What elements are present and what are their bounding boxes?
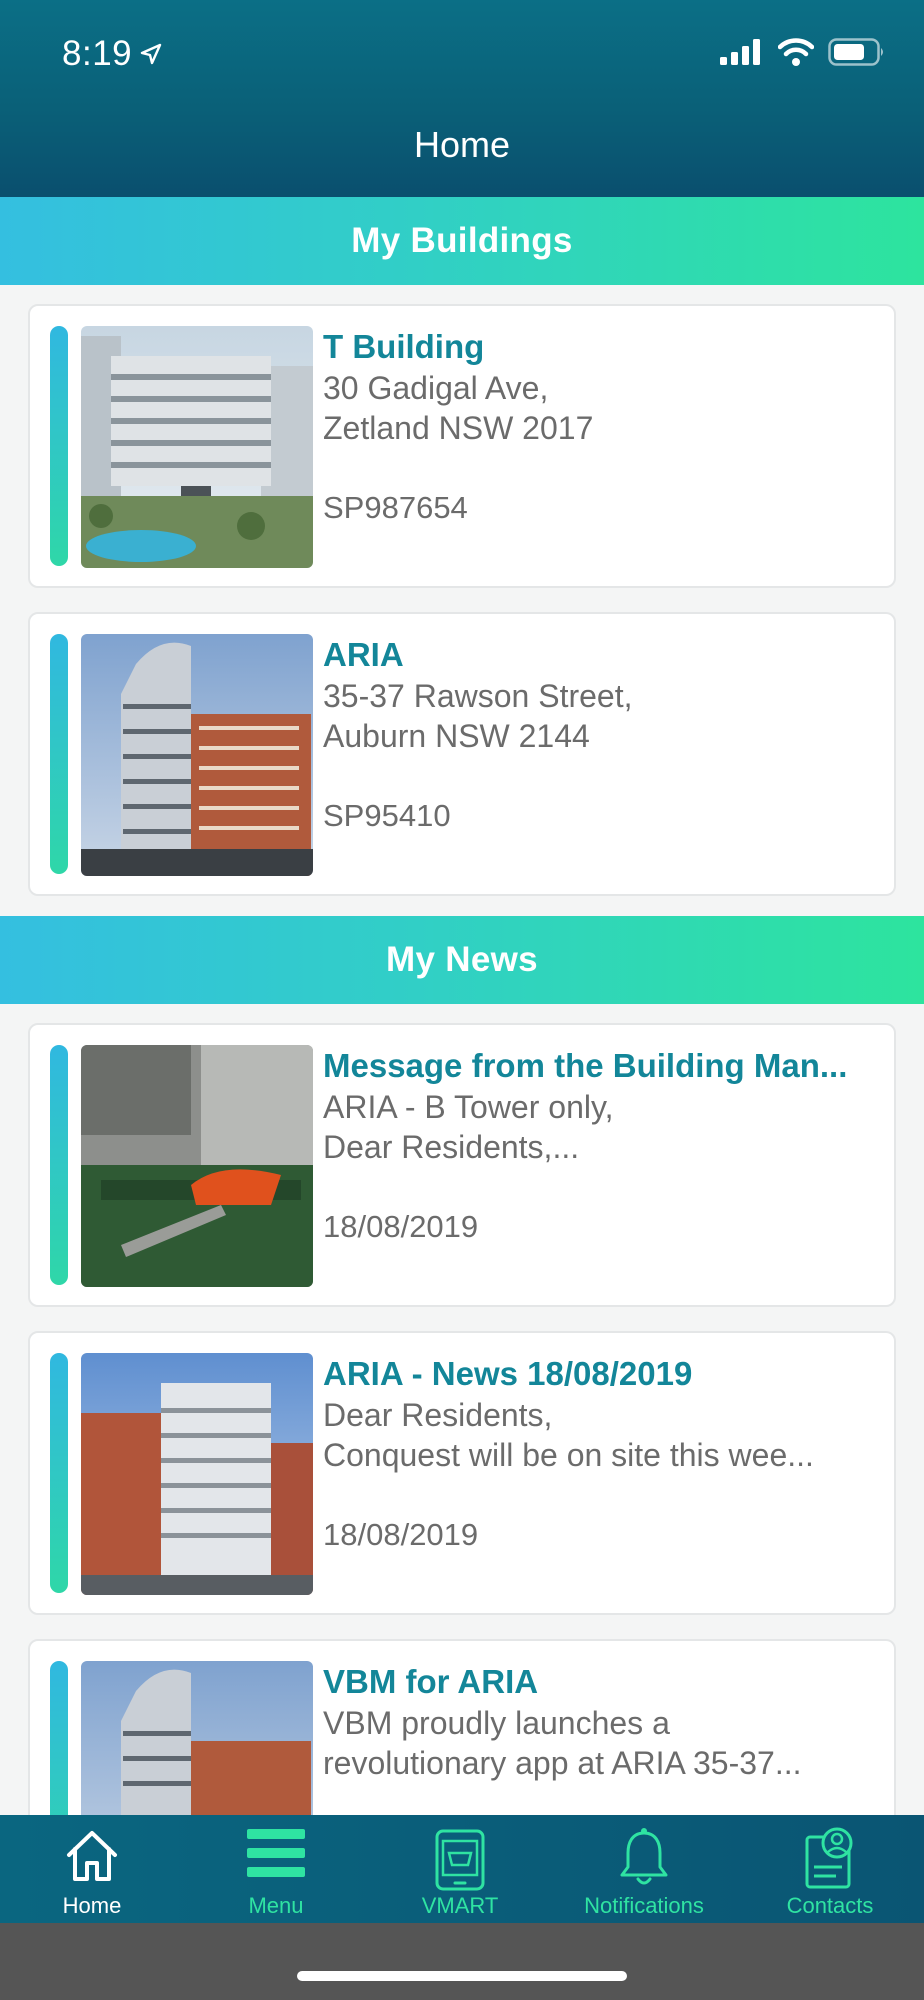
building-address-line1: 35-37 Rawson Street,: [323, 678, 633, 714]
home-icon: [67, 1831, 117, 1881]
news-excerpt-line2: Conquest will be on site this wee...: [323, 1437, 814, 1473]
location-arrow-icon: [140, 43, 162, 65]
tab-contacts-label: Contacts: [786, 1893, 874, 1918]
vmart-icon: [435, 1829, 485, 1891]
section-header-buildings: My Buildings: [0, 197, 924, 285]
building-card-aria[interactable]: ARIA 35-37 Rawson Street, Auburn NSW 214…: [28, 612, 896, 896]
building-plan-number: SP95410: [323, 798, 451, 833]
section-header-news: My News: [0, 916, 924, 1004]
building-address-line2: Zetland NSW 2017: [323, 410, 594, 446]
page-title: Home: [413, 124, 511, 165]
tab-contacts[interactable]: Contacts: [736, 1815, 924, 1923]
news-excerpt-line1: ARIA - B Tower only,: [323, 1089, 614, 1125]
status-time: 8:19: [62, 34, 162, 74]
news-date: 18/08/2019: [323, 1209, 479, 1244]
bottom-tab-bar: Home Menu VMART Notifications Contacts: [0, 1815, 924, 1923]
news-card[interactable]: ARIA - News 18/08/2019 Dear Residents, C…: [28, 1331, 896, 1615]
news-title: ARIA - News 18/08/2019: [323, 1355, 693, 1392]
contacts-icon: [805, 1827, 853, 1889]
tab-home-label: Home: [62, 1893, 122, 1918]
card-accent-bar: [50, 1045, 68, 1285]
tab-menu-label: Menu: [248, 1893, 304, 1918]
status-icons: [720, 38, 886, 66]
card-accent-bar: [50, 326, 68, 566]
news-excerpt-line1: Dear Residents,: [323, 1397, 553, 1433]
tab-vmart[interactable]: VMART: [368, 1815, 552, 1923]
news-excerpt-line2: Dear Residents,...: [323, 1129, 580, 1165]
news-date: 18/08/2019: [323, 1517, 479, 1552]
building-address-line2: Auburn NSW 2144: [323, 718, 590, 754]
status-time-text: 8:19: [62, 34, 133, 73]
card-accent-bar: [50, 634, 68, 874]
building-card-t-building[interactable]: T Building 30 Gadigal Ave, Zetland NSW 2…: [28, 304, 896, 588]
home-indicator[interactable]: [297, 1971, 627, 1981]
building-plan-number: SP987654: [323, 490, 468, 525]
building-name: T Building: [323, 328, 485, 365]
menu-icon: [247, 1829, 305, 1877]
battery-icon: [828, 38, 883, 66]
news-photo: [81, 1353, 313, 1595]
news-excerpt-line1: VBM proudly launches a: [323, 1705, 670, 1741]
building-photo: [81, 634, 313, 876]
news-card[interactable]: Message from the Building Man... ARIA - …: [28, 1023, 896, 1307]
news-photo: [81, 1045, 313, 1287]
tab-vmart-label: VMART: [421, 1893, 499, 1918]
tab-home[interactable]: Home: [0, 1815, 184, 1923]
bell-icon: [620, 1828, 668, 1885]
news-title: VBM for ARIA: [323, 1663, 539, 1700]
building-photo: [81, 326, 313, 568]
cellular-signal-icon: [720, 39, 760, 65]
tab-notifications-label: Notifications: [584, 1893, 704, 1918]
news-title: Message from the Building Man...: [323, 1047, 848, 1084]
tab-menu[interactable]: Menu: [184, 1815, 368, 1923]
building-name: ARIA: [323, 636, 404, 673]
tab-notifications[interactable]: Notifications: [552, 1815, 736, 1923]
top-header: 8:19 Home: [0, 0, 924, 197]
wifi-icon: [778, 38, 814, 66]
home-indicator-area: [0, 1923, 924, 2000]
building-address-line1: 30 Gadigal Ave,: [323, 370, 549, 406]
card-accent-bar: [50, 1353, 68, 1593]
news-excerpt-line2: revolutionary app at ARIA 35-37...: [323, 1745, 802, 1781]
